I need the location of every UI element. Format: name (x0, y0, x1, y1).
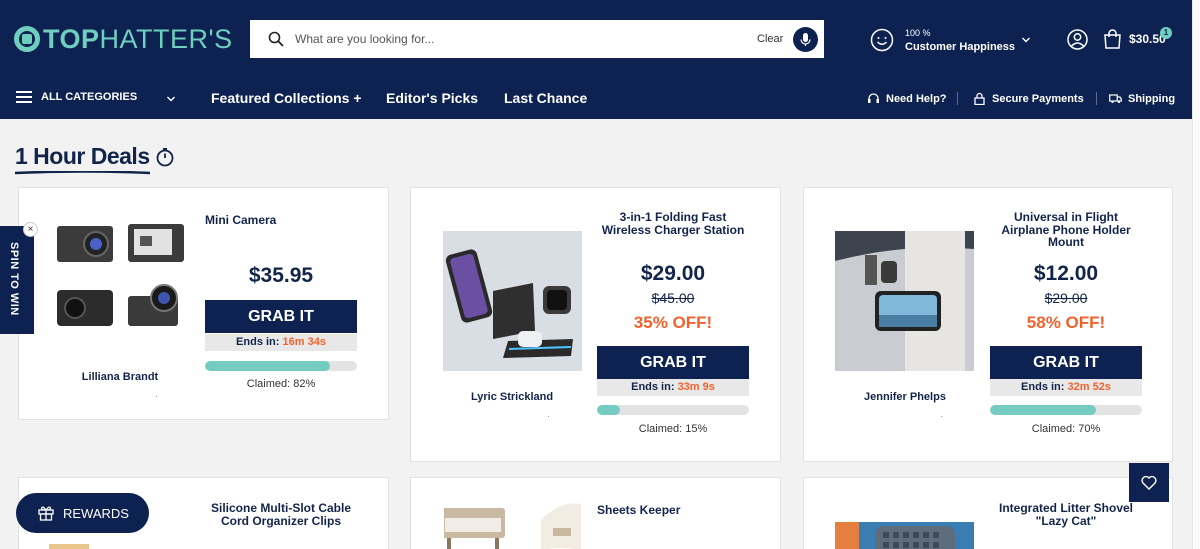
claimed-text: Claimed: 82% (246, 378, 316, 390)
wishlist-button[interactable] (1129, 463, 1169, 502)
site-logo[interactable]: TOPHATTER'S (14, 24, 233, 54)
title-underline (15, 171, 150, 175)
product-name[interactable]: Sheets Keeper (597, 504, 680, 517)
deal-price: $12.00 (1033, 262, 1099, 285)
spin-to-win-tab[interactable]: SPIN TO WIN (0, 226, 34, 334)
recent-buyer: Lyric Strickland (470, 391, 554, 403)
microphone-button[interactable] (793, 27, 818, 52)
microphone-icon (800, 33, 811, 46)
claimed-progress-fill (597, 405, 620, 415)
spin-to-win-label: SPIN TO WIN (8, 242, 20, 316)
happiness-label: Customer Happiness (905, 41, 1016, 53)
countdown-time: 32m 52s (1067, 381, 1111, 393)
recent-buyer: Lilliana Brandt (81, 371, 159, 383)
chevron-down-icon (167, 96, 175, 102)
cart-icon[interactable] (1103, 29, 1122, 49)
all-categories-menu[interactable]: ALL CATEGORIES (16, 91, 175, 103)
countdown: Ends in: 32m 52s (990, 379, 1142, 396)
nav-editors-picks[interactable]: Editor's Picks (386, 90, 478, 106)
claimed-text: Claimed: 70% (1031, 423, 1101, 435)
scrollbar[interactable] (1192, 0, 1200, 549)
product-image (835, 231, 974, 371)
need-help-link[interactable]: Need Help? (867, 92, 947, 105)
rewards-label: REWARDS (63, 506, 129, 521)
need-help-label: Need Help? (886, 92, 947, 105)
claimed-progress-bar (990, 405, 1142, 415)
deal-card[interactable]: Mini Camera $35.95 GRAB IT Ends in: 16m … (18, 187, 389, 420)
gift-icon (38, 506, 54, 521)
grab-it-button[interactable]: GRAB IT (990, 346, 1142, 379)
search-icon[interactable] (268, 31, 284, 47)
stopwatch-icon (156, 148, 174, 167)
chevron-down-icon (1022, 37, 1031, 43)
product-image (443, 231, 582, 371)
carousel-dot (156, 396, 157, 397)
claimed-progress-bar (205, 361, 357, 371)
nav-last-chance[interactable]: Last Chance (504, 90, 587, 106)
search-input[interactable] (295, 20, 735, 58)
secure-payments-link[interactable]: Secure Payments (973, 92, 1084, 105)
rewards-button[interactable]: REWARDS (16, 493, 149, 533)
product-image (49, 544, 89, 549)
close-icon[interactable]: × (23, 222, 38, 237)
original-price: $29.00 (1044, 290, 1088, 306)
search-clear-button[interactable]: Clear (757, 33, 783, 45)
claimed-progress-bar (597, 405, 749, 415)
deal-card[interactable]: Universal in Flight Airplane Phone Holde… (803, 187, 1173, 462)
top-header: TOPHATTER'S Clear 100 % Customer Happine… (0, 0, 1192, 78)
product-name[interactable]: Integrated Litter Shovel "Lazy Cat" (990, 502, 1142, 527)
main-nav: ALL CATEGORIES Featured Collections + Ed… (0, 78, 1192, 119)
lock-icon (974, 92, 985, 105)
countdown: Ends in: 16m 34s (205, 334, 357, 351)
discount-label: 35% OFF! (633, 313, 713, 332)
recent-buyer: Jennifer Phelps (864, 391, 946, 403)
discount-label: 58% OFF! (1026, 313, 1106, 332)
grab-it-button[interactable]: GRAB IT (597, 346, 749, 379)
smile-icon (870, 28, 894, 52)
section-title: 1 Hour Deals (15, 143, 150, 169)
claimed-text: Claimed: 15% (638, 423, 708, 435)
product-image (441, 500, 581, 549)
product-name[interactable]: Universal in Flight Airplane Phone Holde… (990, 211, 1142, 249)
deal-card[interactable]: Sheets Keeper (410, 477, 781, 549)
product-name[interactable]: 3-in-1 Folding Fast Wireless Charger Sta… (597, 211, 749, 236)
customer-happiness[interactable]: 100 % Customer Happiness (870, 26, 1031, 54)
product-name[interactable]: Silicone Multi-Slot Cable Cord Organizer… (205, 502, 357, 527)
claimed-progress-fill (205, 361, 330, 371)
countdown-time: 33m 9s (677, 381, 715, 393)
divider (1096, 92, 1097, 105)
deal-card[interactable]: Integrated Litter Shovel "Lazy Cat" (803, 477, 1173, 549)
shipping-label: Shipping (1128, 92, 1176, 105)
search-bar: Clear (250, 20, 824, 58)
logo-icon (14, 26, 40, 52)
product-image (835, 522, 974, 549)
secure-payments-label: Secure Payments (992, 92, 1084, 105)
heart-icon (1141, 475, 1157, 490)
carousel-dot (941, 416, 942, 417)
nav-featured-collections[interactable]: Featured Collections + (211, 90, 362, 106)
deal-price: $29.00 (640, 262, 706, 285)
cart-count-badge: 1 (1160, 27, 1172, 39)
menu-icon (16, 91, 32, 103)
headset-icon (868, 93, 879, 103)
countdown-time: 16m 34s (282, 336, 326, 348)
shipping-link[interactable]: Shipping (1109, 92, 1175, 105)
deal-card[interactable]: 3-in-1 Folding Fast Wireless Charger Sta… (410, 187, 781, 462)
all-categories-label: ALL CATEGORIES (41, 91, 138, 103)
happiness-percent: 100 % (905, 28, 931, 38)
carousel-dot (548, 416, 549, 417)
product-image (57, 224, 184, 326)
claimed-progress-fill (990, 405, 1097, 415)
product-name[interactable]: Mini Camera (205, 214, 276, 227)
account-icon[interactable] (1067, 29, 1088, 50)
grab-it-button[interactable]: GRAB IT (205, 300, 357, 333)
divider (957, 92, 958, 105)
countdown: Ends in: 33m 9s (597, 379, 749, 396)
truck-icon (1109, 94, 1122, 104)
deal-price: $35.95 (248, 264, 314, 287)
original-price: $45.00 (651, 290, 695, 306)
